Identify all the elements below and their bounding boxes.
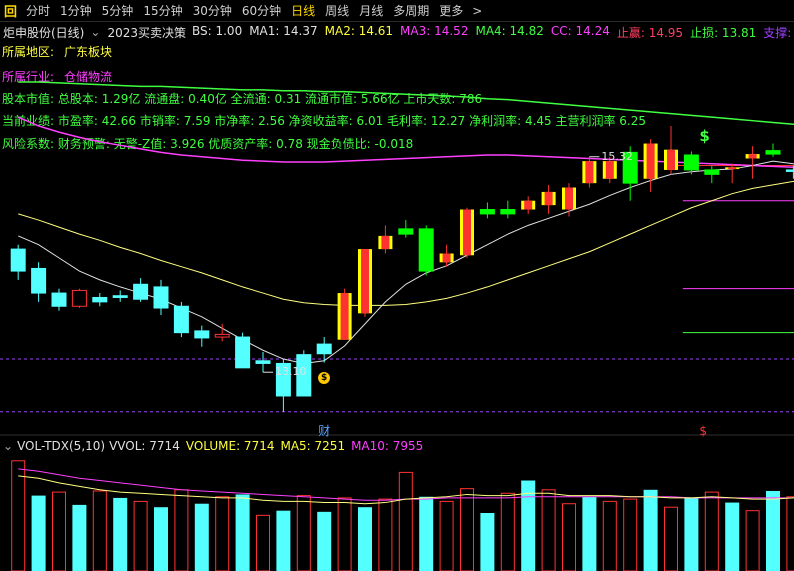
volume-bar	[215, 496, 230, 571]
coin-icon: $	[318, 371, 331, 384]
high-price-label: 15.32	[601, 149, 633, 163]
candle-body	[524, 200, 533, 210]
candle-body	[381, 235, 390, 250]
volume-bar	[317, 511, 332, 571]
finance-event-icon[interactable]: 财	[318, 422, 330, 439]
volume-bar	[766, 490, 780, 571]
volume-value: VOLUME: 7714	[185, 439, 275, 453]
candle-body	[683, 154, 699, 171]
volume-bar	[786, 496, 794, 571]
price-volume-chart[interactable]	[0, 0, 794, 571]
candle-body	[235, 336, 251, 369]
candle-body	[765, 150, 781, 155]
candle-body	[544, 191, 553, 206]
buy-signal-icon: $	[699, 126, 710, 145]
candle-body	[112, 295, 128, 298]
candle-body	[585, 161, 594, 184]
volume-bar	[378, 498, 393, 571]
volume-bar	[684, 497, 699, 571]
candle-body	[194, 330, 210, 339]
volume-bar	[439, 500, 454, 571]
volume-bar	[704, 491, 719, 571]
volume-value: MA10: 7955	[351, 439, 424, 453]
candle-body	[255, 360, 271, 364]
volume-bar	[133, 500, 148, 571]
volume-bar	[276, 510, 291, 571]
ma-white-line	[18, 160, 794, 364]
volume-bar	[154, 507, 168, 571]
candle-body	[646, 143, 655, 179]
sell-signal-icon: $	[699, 424, 708, 438]
candle-body	[92, 296, 108, 303]
volume-bar	[52, 491, 66, 571]
volume-ma10-line	[18, 468, 794, 501]
volume-bar	[113, 497, 128, 571]
candle-body	[565, 187, 573, 210]
candle-body	[31, 267, 47, 294]
candle-body	[479, 209, 495, 215]
candle-body	[728, 167, 737, 170]
volume-bar	[337, 497, 352, 571]
volume-bar	[11, 460, 26, 571]
volume-bar	[602, 500, 617, 571]
volume-bar	[31, 495, 46, 571]
candle-body	[418, 228, 434, 272]
volume-bar	[358, 507, 372, 571]
volume-bar	[664, 506, 678, 571]
volume-bar	[500, 492, 515, 571]
candle-body	[500, 209, 516, 215]
candle-body	[605, 161, 614, 179]
candle-body	[153, 286, 169, 309]
ma-green-line	[18, 81, 794, 126]
volume-bar	[72, 504, 87, 571]
candle-body	[316, 343, 332, 355]
volume-bar	[92, 490, 107, 571]
volume-bar	[174, 489, 189, 571]
volume-dropdown-icon[interactable]: ⌄	[3, 439, 13, 453]
volume-bar	[480, 513, 495, 571]
candle-body	[214, 333, 230, 338]
volume-bar	[725, 502, 740, 571]
candle-body	[667, 149, 675, 170]
candle-body	[10, 248, 26, 272]
candle-body	[785, 169, 794, 172]
candle-body	[173, 305, 189, 334]
volume-indicator-legend: ⌄ VOL-TDX(5,10) VVOL: 7714 VOLUME: 7714 MA…	[0, 437, 794, 455]
volume-bar	[582, 496, 597, 571]
candle-body	[71, 289, 87, 307]
candle-body	[748, 154, 757, 159]
volume-bar	[256, 514, 270, 571]
volume-ma5-line	[18, 475, 794, 505]
candle-body	[51, 292, 67, 307]
volume-indicator-name[interactable]: VOL-TDX(5,10)	[17, 439, 105, 453]
candle-body	[361, 249, 369, 314]
candle-body	[442, 253, 451, 263]
volume-bar	[398, 471, 413, 571]
candle-body	[704, 169, 720, 175]
volume-bar	[194, 503, 209, 571]
volume-values: VVOL: 7714 VOLUME: 7714 MA5: 7251 MA10: 795…	[109, 439, 429, 453]
volume-bar	[235, 494, 250, 571]
candle-body	[398, 228, 414, 235]
volume-bar	[419, 496, 434, 571]
low-price-label: 13.10	[275, 365, 307, 379]
volume-bar	[745, 510, 760, 571]
volume-value: MA5: 7251	[280, 439, 346, 453]
candle-body	[133, 283, 149, 300]
candle-body	[340, 293, 349, 340]
volume-bar	[296, 495, 311, 571]
volume-value: VVOL: 7714	[109, 439, 180, 453]
volume-bar	[460, 488, 474, 571]
volume-bar	[643, 489, 658, 571]
candle-body	[463, 209, 471, 256]
volume-bar	[562, 503, 576, 571]
volume-bar	[623, 498, 638, 571]
volume-bar	[541, 489, 556, 571]
